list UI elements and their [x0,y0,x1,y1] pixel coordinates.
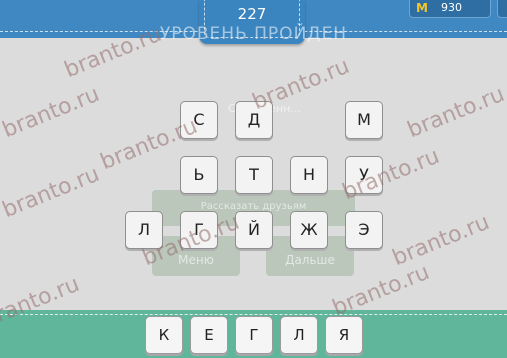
coins-counter[interactable]: М 930 [409,0,491,18]
watermark: branto.ru [249,53,354,116]
watermark: branto.ru [0,81,104,144]
answer-slot[interactable]: Л [280,316,318,354]
letter-tile[interactable]: Ж [290,211,328,249]
watermark: branto.ru [404,81,507,144]
letter-tile[interactable]: Н [290,156,328,194]
answer-slot[interactable]: К [145,316,183,354]
letter-tile[interactable]: Э [345,211,383,249]
answer-slot[interactable]: Е [190,316,228,354]
answer-slot[interactable]: Я [325,316,363,354]
coin-icon: М [416,1,428,15]
watermark: branto.ru [389,209,494,272]
watermark: branto.ru [339,143,444,206]
letter-tile[interactable]: Ь [180,156,218,194]
menu-button-partial[interactable] [497,0,507,18]
answer-bar-stitch [0,314,507,315]
next-button-label: Дальше [285,253,335,267]
letter-tile[interactable]: М [345,101,383,139]
level-number: 227 [237,5,267,23]
letter-tile[interactable]: Т [235,156,273,194]
level-complete-title: УРОВЕНЬ ПРОЙДЕН [159,24,348,44]
coins-value: 930 [441,1,462,14]
watermark: branto.ru [0,161,104,224]
answer-slot[interactable]: Г [235,316,273,354]
